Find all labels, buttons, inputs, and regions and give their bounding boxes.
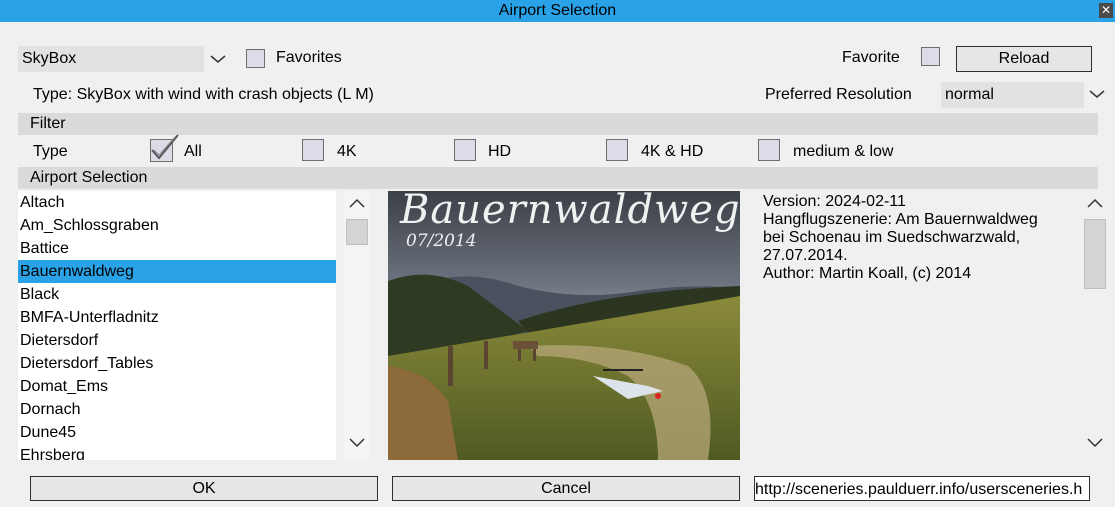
filter-hd-label: HD (488, 143, 512, 160)
list-item[interactable]: Altach (18, 191, 336, 214)
preferred-resolution-dropdown[interactable]: normal (941, 82, 1084, 108)
airport-selection-section-label: Airport Selection (30, 169, 148, 186)
favorites-filter-checkbox[interactable] (246, 49, 265, 68)
type-filter-label: Type (33, 143, 68, 160)
ok-button[interactable]: OK (30, 476, 378, 501)
description-line: bei Schoenau im Suedschwarzwald, (763, 229, 1021, 246)
cancel-button-label: Cancel (541, 480, 591, 497)
description-line: Author: Martin Koall, (c) 2014 (763, 265, 972, 282)
favorite-checkbox[interactable] (921, 47, 940, 66)
chevron-down-icon[interactable] (209, 50, 227, 68)
scenery-description: Version: 2024-02-11 Hangflugszenerie: Am… (763, 193, 1038, 283)
reload-button[interactable]: Reload (956, 46, 1092, 72)
list-item-selected[interactable]: Bauernwaldweg (18, 260, 336, 283)
scenery-url-link[interactable]: http://sceneries.paulduerr.info/userscen… (754, 476, 1090, 501)
scenery-url-text: http://sceneries.paulduerr.info/userscen… (755, 481, 1083, 498)
scrollbar-thumb[interactable] (346, 219, 368, 245)
airport-selection-window: Airport Selection ✕ SkyBox Favorites Fav… (0, 0, 1115, 507)
preferred-resolution-label: Preferred Resolution (765, 86, 912, 103)
list-item[interactable]: Dietersdorf (18, 329, 336, 352)
list-item[interactable]: Dune45 (18, 421, 336, 444)
preview-date: 07/2014 (406, 231, 477, 251)
list-item[interactable]: Am_Schlossgraben (18, 214, 336, 237)
scenery-type-value: SkyBox (22, 50, 77, 67)
ok-button-label: OK (192, 480, 216, 497)
list-item[interactable]: Black (18, 283, 336, 306)
airport-selection-section-header: Airport Selection (18, 167, 1098, 189)
airport-list-scrollbar[interactable] (344, 191, 370, 460)
chevron-up-icon[interactable] (348, 195, 366, 211)
list-item[interactable]: Ehrsberg (18, 444, 336, 460)
filter-section-label: Filter (30, 115, 66, 132)
filter-all-label: All (184, 143, 202, 160)
preview-title: Bauernwaldweg (400, 191, 740, 233)
title-bar: Airport Selection ✕ (0, 0, 1115, 22)
list-item[interactable]: Domat_Ems (18, 375, 336, 398)
preferred-resolution-value: normal (945, 86, 994, 103)
checkmark-icon (151, 134, 179, 160)
scrollbar-thumb[interactable] (1084, 219, 1106, 289)
favorite-label: Favorite (842, 49, 900, 66)
close-icon[interactable]: ✕ (1099, 3, 1113, 18)
filter-medium-low-checkbox[interactable] (758, 139, 780, 161)
airport-list[interactable]: Altach Am_Schlossgraben Battice Bauernwa… (18, 191, 336, 460)
chevron-down-icon[interactable] (348, 434, 366, 450)
description-line: Hangflugszenerie: Am Bauernwaldweg (763, 211, 1038, 228)
description-line: 27.07.2014. (763, 247, 848, 264)
list-item[interactable]: Dietersdorf_Tables (18, 352, 336, 375)
filter-4k-hd-label: 4K & HD (641, 143, 704, 160)
reload-button-label: Reload (998, 50, 1050, 67)
cancel-button[interactable]: Cancel (392, 476, 740, 501)
filter-medium-low-label: medium & low (793, 143, 894, 160)
chevron-down-icon[interactable] (1088, 85, 1106, 103)
filter-hd-checkbox[interactable] (454, 139, 476, 161)
filter-4k-label: 4K (337, 143, 357, 160)
filter-4k-checkbox[interactable] (302, 139, 324, 161)
list-item[interactable]: Battice (18, 237, 336, 260)
scenery-preview-image: Bauernwaldweg 07/2014 (388, 191, 740, 460)
favorites-filter-label: Favorites (276, 49, 342, 66)
list-item[interactable]: Dornach (18, 398, 336, 421)
scenery-type-dropdown[interactable]: SkyBox (18, 46, 204, 72)
description-line: Version: 2024-02-11 (763, 193, 906, 210)
type-info-text: Type: SkyBox with wind with crash object… (33, 86, 374, 103)
chevron-up-icon[interactable] (1086, 195, 1104, 211)
description-scrollbar[interactable] (1082, 191, 1108, 460)
window-title: Airport Selection (498, 2, 617, 19)
filter-4k-hd-checkbox[interactable] (606, 139, 628, 161)
chevron-down-icon[interactable] (1086, 434, 1104, 450)
list-item[interactable]: BMFA-Unterfladnitz (18, 306, 336, 329)
